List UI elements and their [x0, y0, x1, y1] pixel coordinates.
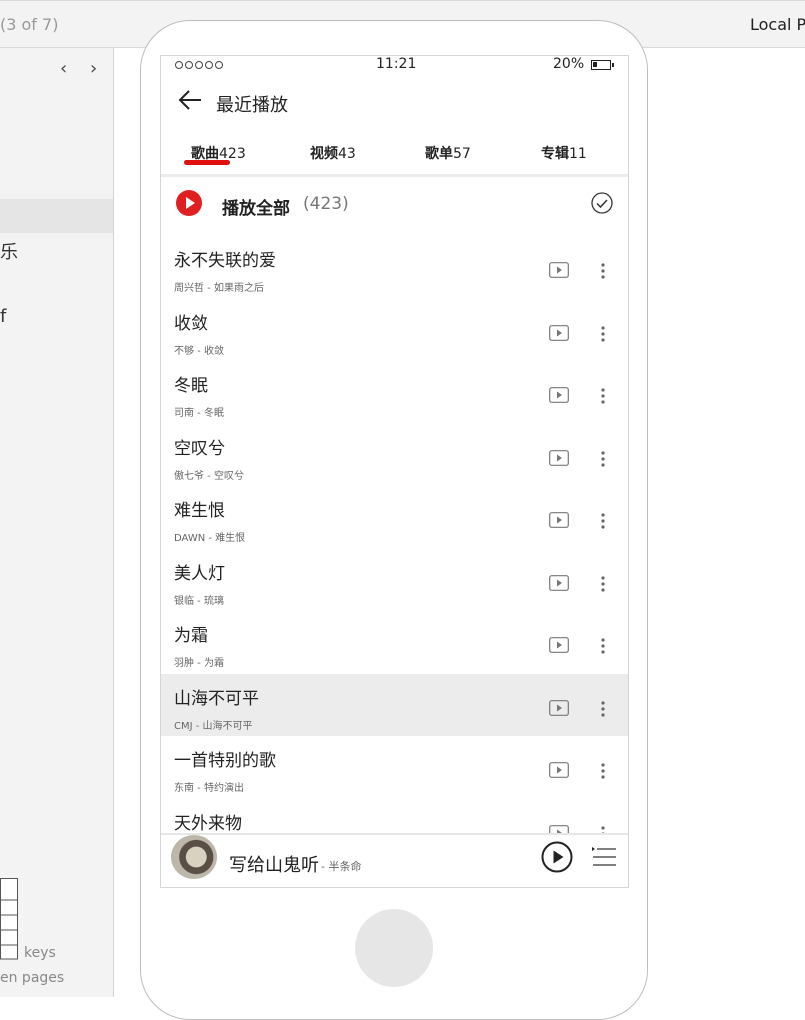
tab-videos[interactable]: 视频43: [310, 143, 356, 163]
hidden-pages-label: en pages: [0, 970, 65, 986]
song-row[interactable]: 山海不可平 CMJ - 山海不可平: [161, 673, 628, 736]
left-panel-item-label[interactable]: f: [0, 306, 6, 327]
more-options-icon[interactable]: [596, 700, 610, 718]
play-all-button[interactable]: 播放全部: [222, 194, 290, 219]
video-play-icon[interactable]: [549, 387, 569, 403]
arrow-left-icon[interactable]: [177, 88, 203, 112]
video-play-icon[interactable]: [549, 762, 569, 778]
tab-count: 57: [453, 146, 471, 162]
song-row[interactable]: 美人灯银临 - 琉璃: [161, 549, 628, 611]
song-row[interactable]: 空叹兮傲七爷 - 空叹兮: [161, 424, 628, 486]
phone-screen: 11:21 20% 最近播放 歌曲423 视频43 歌单57 专辑11 播放全部…: [160, 55, 629, 888]
song-row[interactable]: 一首特别的歌东南 - 特约演出: [161, 736, 628, 798]
tab-count: 11: [569, 146, 587, 162]
song-title: 冬眠: [174, 376, 208, 396]
now-playing-artist: - 半条命: [321, 860, 362, 873]
video-play-icon[interactable]: [549, 699, 569, 716]
tab-count: 43: [338, 146, 356, 162]
video-play-icon[interactable]: [549, 262, 569, 278]
mini-player[interactable]: 写给山鬼听 - 半条命: [161, 833, 628, 887]
song-row[interactable]: 冬眠司南 - 冬眠: [161, 361, 628, 423]
song-title: 美人灯: [174, 563, 225, 584]
song-row[interactable]: 难生恨 DAWN - 难生恨: [161, 486, 628, 548]
keys-label: keys: [24, 945, 56, 961]
playlist-icon[interactable]: [591, 844, 617, 870]
play-all-count: (423): [303, 194, 349, 214]
song-artist-album: 银临 - 琉璃: [174, 595, 224, 607]
battery-percent: 20%: [553, 56, 585, 72]
video-play-icon[interactable]: [549, 637, 569, 653]
album-cover[interactable]: [171, 835, 217, 879]
song-title: 难生恨: [174, 501, 225, 521]
tab-albums[interactable]: 专辑11: [541, 143, 587, 163]
song-title: 天外来物: [174, 813, 242, 834]
song-artist-album: CMJ - 山海不可平: [174, 720, 253, 732]
more-options-icon[interactable]: [596, 262, 610, 280]
song-artist-album: 周兴哲 - 如果雨之后: [174, 283, 264, 294]
signal-icon: [175, 61, 223, 69]
tab-label: 歌单: [425, 146, 453, 162]
divider: [161, 174, 628, 177]
page-title: 最近播放: [216, 95, 288, 116]
song-row[interactable]: 为霜羽肿 - 为霜: [161, 611, 628, 673]
song-title: 空叹兮: [174, 438, 225, 459]
status-bar: 11:21 20%: [161, 56, 628, 76]
more-options-icon[interactable]: [596, 575, 610, 593]
song-artist-album: 司南 - 冬眠: [174, 408, 224, 419]
page-indicator: (3 of 7): [0, 15, 59, 34]
active-tab-indicator: [184, 160, 230, 165]
now-playing-title: 写给山鬼听: [229, 855, 319, 876]
tab-playlists[interactable]: 歌单57: [425, 143, 471, 163]
home-button[interactable]: [355, 909, 433, 987]
song-row[interactable]: 永不失联的爱周兴哲 - 如果雨之后: [161, 236, 628, 298]
tab-label: 专辑: [541, 146, 569, 162]
play-circle-icon[interactable]: [176, 190, 202, 216]
song-artist-album: 东南 - 特约演出: [174, 783, 244, 794]
song-title: 山海不可平: [174, 688, 259, 709]
song-title: 永不失联的爱: [174, 251, 276, 271]
song-artist-album: 傲七爷 - 空叹兮: [174, 470, 244, 482]
video-play-icon[interactable]: [549, 449, 569, 466]
song-artist-album: DAWN - 难生恨: [174, 533, 246, 544]
chevron-left-icon[interactable]: ‹: [60, 58, 67, 79]
left-panel-item-label[interactable]: 乐: [0, 238, 18, 264]
more-options-icon[interactable]: [596, 512, 610, 530]
song-title: 收敛: [174, 313, 208, 334]
local-preview-label[interactable]: Local Pr: [750, 15, 805, 34]
tab-label: 视频: [310, 146, 338, 162]
song-artist-album: 不够 - 收敛: [174, 345, 224, 357]
song-title: 为霜: [174, 626, 208, 646]
song-title: 一首特别的歌: [174, 751, 276, 771]
video-play-icon[interactable]: [549, 574, 569, 591]
more-options-icon[interactable]: [596, 325, 610, 343]
song-artist-album: 羽肿 - 为霜: [174, 658, 224, 669]
more-options-icon[interactable]: [596, 450, 610, 468]
more-options-icon[interactable]: [596, 387, 610, 405]
play-icon[interactable]: [541, 841, 573, 873]
left-panel-selected-item[interactable]: [0, 199, 113, 233]
chevron-right-icon[interactable]: ›: [90, 58, 97, 79]
more-options-icon[interactable]: [596, 762, 610, 780]
song-row[interactable]: 收敛不够 - 收敛: [161, 299, 628, 361]
more-options-icon[interactable]: [596, 637, 610, 655]
video-play-icon[interactable]: [549, 324, 569, 341]
battery-icon: [591, 60, 614, 70]
video-play-icon[interactable]: [549, 512, 569, 528]
keys-icon: [0, 878, 18, 960]
left-panel: ‹ › 乐 f keys en pages: [0, 48, 114, 997]
multi-select-check-icon[interactable]: [591, 192, 613, 214]
status-time: 11:21: [376, 56, 417, 72]
